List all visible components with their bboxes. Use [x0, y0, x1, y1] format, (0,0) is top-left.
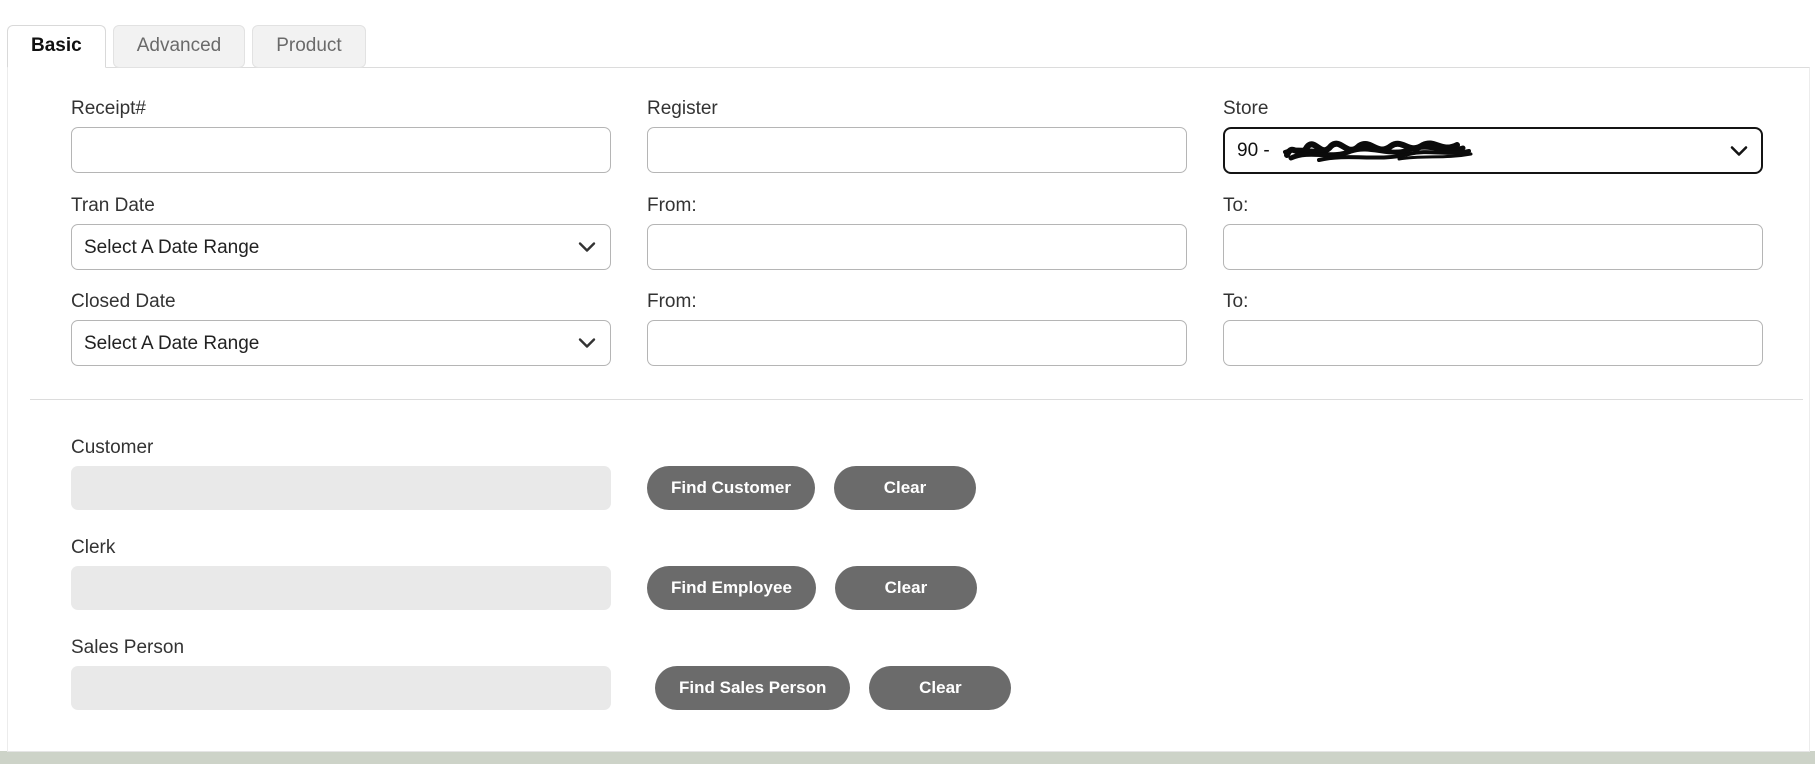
customer-row: Customer Find Customer Clear — [71, 437, 1763, 510]
closed-date-to-group: To: — [1223, 291, 1763, 366]
search-filter-panel: Receipt# Register Store 90 - Tran Date S… — [7, 67, 1810, 752]
tran-date-to-label: To: — [1223, 195, 1249, 216]
closed-date-field-group: Closed Date Select A Date Range — [71, 291, 611, 366]
receipt-label: Receipt# — [71, 98, 146, 119]
sales-person-field-group: Sales Person — [71, 637, 611, 710]
clear-sales-person-button[interactable]: Clear — [869, 666, 1012, 710]
customer-input — [71, 466, 611, 510]
tran-date-from-input[interactable] — [647, 224, 1187, 270]
tran-date-to-input[interactable] — [1223, 224, 1763, 270]
register-input[interactable] — [647, 127, 1187, 173]
find-sales-person-button[interactable]: Find Sales Person — [655, 666, 851, 710]
tran-date-from-group: From: — [647, 195, 1187, 270]
tran-date-range-select[interactable]: Select A Date Range — [71, 224, 611, 270]
sales-person-input — [71, 666, 611, 710]
clerk-buttons: Find Employee Clear — [647, 566, 977, 610]
clerk-row: Clerk Find Employee Clear — [71, 537, 1763, 610]
store-select[interactable]: 90 - — [1223, 127, 1763, 174]
find-customer-button[interactable]: Find Customer — [647, 466, 815, 510]
closed-date-from-input[interactable] — [647, 320, 1187, 366]
closed-date-range-select[interactable]: Select A Date Range — [71, 320, 611, 366]
store-label: Store — [1223, 98, 1269, 119]
closed-date-from-group: From: — [647, 291, 1187, 366]
customer-label: Customer — [71, 437, 154, 458]
clerk-input — [71, 566, 611, 610]
footer-action-band: Search Reset — [0, 751, 1815, 764]
closed-date-to-label: To: — [1223, 291, 1249, 312]
filter-row-tran-date: Tran Date Select A Date Range From: To: — [71, 195, 1763, 270]
clear-customer-button[interactable]: Clear — [833, 466, 976, 510]
register-field-group: Register — [647, 98, 1187, 174]
clerk-field-group: Clerk — [71, 537, 611, 610]
closed-date-to-input[interactable] — [1223, 320, 1763, 366]
tran-date-label: Tran Date — [71, 195, 155, 216]
register-label: Register — [647, 98, 718, 119]
filter-row-closed-date: Closed Date Select A Date Range From: To… — [71, 291, 1763, 366]
tran-date-from-label: From: — [647, 195, 697, 216]
clerk-label: Clerk — [71, 537, 116, 558]
receipt-input[interactable] — [71, 127, 611, 173]
closed-date-from-label: From: — [647, 291, 697, 312]
sales-person-label: Sales Person — [71, 637, 185, 658]
filter-row-identifiers: Receipt# Register Store 90 - — [71, 98, 1763, 174]
receipt-field-group: Receipt# — [71, 98, 611, 174]
store-field-group: Store 90 - — [1223, 98, 1763, 174]
customer-buttons: Find Customer Clear — [647, 466, 976, 510]
sales-person-row: Sales Person Find Sales Person Clear — [71, 637, 1763, 710]
tran-date-field-group: Tran Date Select A Date Range — [71, 195, 611, 270]
tab-bar: Basic Advanced Product — [7, 25, 1815, 68]
closed-date-label: Closed Date — [71, 291, 176, 312]
find-employee-button[interactable]: Find Employee — [647, 566, 816, 610]
tab-basic[interactable]: Basic — [7, 25, 106, 68]
sales-person-buttons: Find Sales Person Clear — [655, 666, 1012, 710]
tab-product[interactable]: Product — [252, 25, 366, 68]
tran-date-to-group: To: — [1223, 195, 1763, 270]
tab-advanced[interactable]: Advanced — [112, 25, 246, 68]
clear-clerk-button[interactable]: Clear — [834, 566, 977, 610]
customer-field-group: Customer — [71, 437, 611, 510]
section-divider — [30, 399, 1803, 400]
